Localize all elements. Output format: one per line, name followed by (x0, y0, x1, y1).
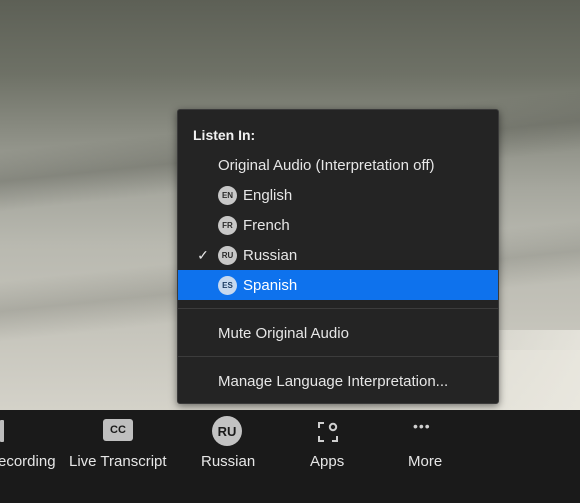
language-badge-icon: RU (212, 416, 242, 446)
language-badge-icon: ES (218, 275, 237, 295)
live-transcript-button[interactable]: CC Live Transcript (68, 410, 168, 503)
language-interpretation-button[interactable]: RU Russian (198, 410, 258, 503)
menu-item-label: Original Audio (Interpretation off) (218, 156, 435, 174)
menu-item-label: Mute Original Audio (218, 324, 349, 342)
menu-item-label: English (243, 186, 293, 204)
manage-language-interpretation-item[interactable]: Manage Language Interpretation... (178, 366, 498, 396)
menu-item-english[interactable]: EN English (178, 180, 498, 210)
meeting-toolbar: ecording CC Live Transcript RU Russian A… (0, 410, 580, 503)
more-dots-icon: ••• (413, 418, 431, 434)
apps-label: Apps (310, 453, 345, 470)
closed-caption-icon: CC (103, 419, 133, 441)
recording-label: ecording (0, 453, 56, 470)
menu-item-original-audio[interactable]: Original Audio (Interpretation off) (178, 150, 498, 180)
menu-item-french[interactable]: FR French (178, 210, 498, 240)
live-transcript-label: Live Transcript (69, 453, 167, 470)
language-badge-icon: RU (218, 245, 237, 265)
checkmark-icon: ✓ (197, 246, 209, 263)
menu-item-spanish[interactable]: ES Spanish (178, 270, 498, 300)
menu-item-label: French (243, 216, 290, 234)
menu-divider (178, 356, 498, 357)
language-badge-icon: EN (218, 185, 237, 205)
language-badge-icon: FR (218, 215, 237, 235)
menu-divider (178, 308, 498, 309)
recording-icon (0, 420, 4, 442)
mute-original-audio-item[interactable]: Mute Original Audio (178, 318, 498, 348)
menu-item-russian[interactable]: ✓ RU Russian (178, 240, 498, 270)
listen-in-menu: Listen In: Original Audio (Interpretatio… (177, 109, 499, 404)
video-window-pane (500, 350, 580, 410)
language-label: Russian (201, 453, 256, 470)
menu-item-label: Manage Language Interpretation... (218, 372, 449, 390)
more-button[interactable]: ••• More (400, 410, 456, 503)
menu-item-label: Spanish (243, 276, 298, 294)
more-label: More (408, 453, 443, 470)
recording-button[interactable]: ecording (0, 410, 60, 503)
apps-button[interactable]: Apps (300, 410, 356, 503)
menu-heading: Listen In: (193, 127, 256, 143)
menu-item-label: Russian (243, 246, 298, 264)
apps-icon (318, 422, 338, 442)
